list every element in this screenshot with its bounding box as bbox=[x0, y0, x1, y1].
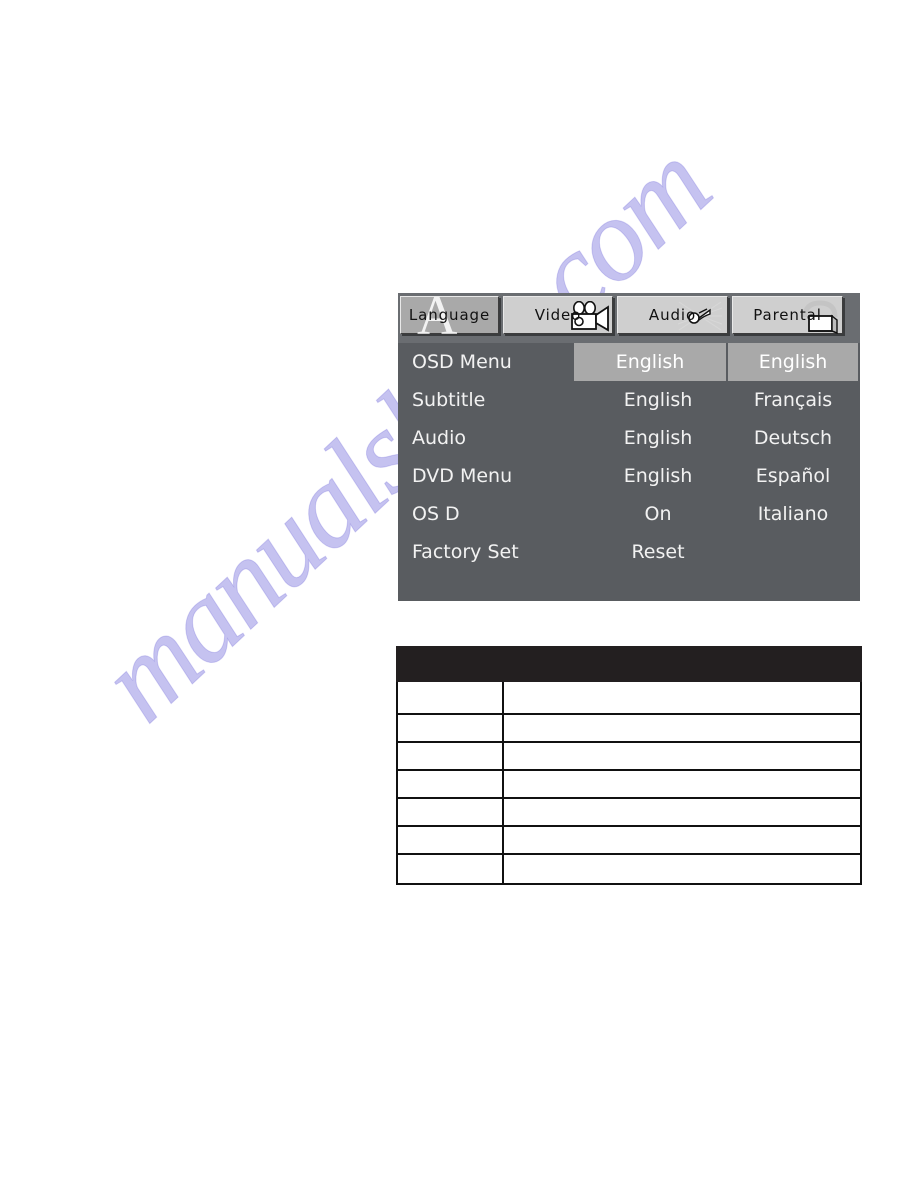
osd-label-subtitle: Subtitle bbox=[412, 389, 486, 411]
table-row bbox=[398, 855, 860, 883]
table-cell-left bbox=[398, 771, 504, 797]
table-row bbox=[398, 743, 860, 771]
table-cell-right bbox=[504, 771, 860, 797]
tab-language[interactable]: A Language bbox=[400, 288, 499, 344]
osd-option-espanol[interactable]: Español bbox=[728, 457, 858, 495]
osd-label-factory-set: Factory Set bbox=[412, 541, 519, 563]
table-cell-right bbox=[504, 715, 860, 741]
table-body bbox=[396, 682, 862, 885]
specification-table bbox=[396, 646, 862, 885]
table-row bbox=[398, 771, 860, 799]
osd-option-deutsch[interactable]: Deutsch bbox=[728, 419, 858, 457]
tab-parental[interactable]: Parental bbox=[732, 296, 843, 335]
table-cell-left bbox=[398, 715, 504, 741]
osd-row-os-d[interactable]: OS D On Italiano bbox=[398, 495, 860, 533]
osd-option-francais[interactable]: Français bbox=[728, 381, 858, 419]
table-cell-right bbox=[504, 743, 860, 769]
table-row bbox=[398, 827, 860, 855]
osd-row-factory-set[interactable]: Factory Set Reset bbox=[398, 533, 860, 571]
osd-settings-panel: A Language Video Audio Parental OSD Menu… bbox=[398, 288, 860, 604]
table-cell-right bbox=[504, 855, 860, 883]
osd-label-dvd-menu: DVD Menu bbox=[412, 465, 513, 487]
osd-row-dvd-menu[interactable]: DVD Menu English Español bbox=[398, 457, 860, 495]
table-cell-right bbox=[504, 799, 860, 825]
tab-audio[interactable]: Audio bbox=[617, 296, 728, 334]
tab-video-label: Video bbox=[534, 306, 582, 324]
osd-label-os-d: OS D bbox=[412, 503, 460, 525]
osd-row-osd-menu[interactable]: OSD Menu English English bbox=[398, 343, 860, 381]
tab-audio-label: Audio bbox=[648, 306, 697, 324]
table-row bbox=[398, 682, 860, 715]
tab-language-label: Language bbox=[408, 306, 491, 324]
osd-value-dvd-menu[interactable]: English bbox=[578, 457, 738, 495]
table-cell-left bbox=[398, 855, 504, 883]
osd-option-italiano[interactable]: Italiano bbox=[728, 495, 858, 533]
tab-video[interactable]: Video bbox=[503, 296, 613, 334]
osd-menu-body: OSD Menu English English Subtitle Englis… bbox=[398, 343, 860, 604]
osd-option-english[interactable]: English bbox=[728, 343, 858, 381]
table-cell-left bbox=[398, 827, 504, 853]
table-cell-right bbox=[504, 827, 860, 853]
table-cell-left bbox=[398, 682, 504, 713]
osd-label-osd-menu: OSD Menu bbox=[412, 351, 512, 373]
table-cell-left bbox=[398, 799, 504, 825]
osd-value-audio[interactable]: English bbox=[578, 419, 738, 457]
osd-value-os-d[interactable]: On bbox=[578, 495, 738, 533]
osd-row-subtitle[interactable]: Subtitle English Français bbox=[398, 381, 860, 419]
table-header-row bbox=[396, 646, 862, 682]
table-cell-right bbox=[504, 682, 860, 713]
table-row bbox=[398, 715, 860, 743]
osd-value-subtitle[interactable]: English bbox=[578, 381, 738, 419]
table-row bbox=[398, 799, 860, 827]
osd-value-factory-set[interactable]: Reset bbox=[578, 533, 738, 571]
tab-parental-label: Parental bbox=[753, 306, 822, 324]
table-cell-left bbox=[398, 743, 504, 769]
osd-label-audio: Audio bbox=[412, 427, 467, 449]
osd-value-osd-menu[interactable]: English bbox=[574, 343, 726, 381]
osd-row-audio[interactable]: Audio English Deutsch bbox=[398, 419, 860, 457]
osd-tab-strip: A Language Video Audio Parental bbox=[398, 288, 860, 344]
